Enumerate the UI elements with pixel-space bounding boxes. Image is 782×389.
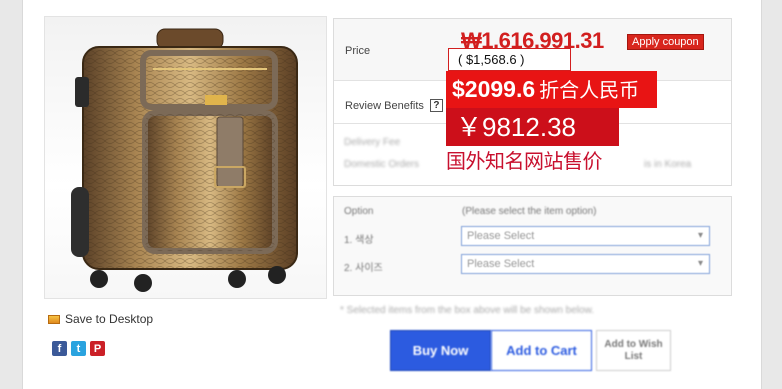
delivery-fee-label: Delivery Fee	[344, 137, 401, 148]
twitter-icon[interactable]: t	[71, 341, 86, 356]
option-hint: (Please select the item option)	[462, 206, 597, 217]
option2-label: 2. 사이즈	[344, 263, 383, 274]
suitcase-illustration	[71, 28, 298, 292]
product-image[interactable]	[44, 16, 327, 299]
option2-select[interactable]: Please Select ▾	[461, 254, 710, 274]
option1-select-value: Please Select	[467, 230, 535, 242]
chevron-down-icon: ▾	[697, 258, 703, 269]
desktop-icon	[48, 314, 60, 324]
facebook-icon[interactable]: f	[52, 341, 67, 356]
option2-select-value: Please Select	[467, 258, 535, 270]
chevron-down-icon: ▾	[697, 230, 703, 241]
add-to-wish-list-button[interactable]: Add to Wish List	[596, 330, 671, 371]
review-benefits-text: Review Benefits	[345, 99, 424, 112]
usd-price: ( $1,568.6 )	[448, 48, 571, 71]
apply-coupon-button[interactable]: Apply coupon	[627, 34, 704, 50]
help-icon[interactable]: ?	[429, 99, 443, 112]
overlay-cny-price: ￥9812.38	[446, 108, 619, 146]
selection-note: * Selected items from the box above will…	[340, 305, 595, 316]
save-to-desktop-link[interactable]: Save to Desktop	[48, 312, 153, 326]
social-share: f t P	[52, 341, 105, 356]
price-label: Price	[345, 45, 371, 57]
add-to-cart-button[interactable]: Add to Cart	[491, 330, 592, 371]
domestic-orders-value: is in Korea	[644, 159, 692, 170]
pinterest-icon[interactable]: P	[90, 341, 105, 356]
overlay-usd-value: $2099.6	[452, 76, 536, 102]
save-to-desktop-label: Save to Desktop	[65, 312, 154, 326]
option-label: Option	[344, 206, 374, 217]
option1-select[interactable]: Please Select ▾	[461, 226, 710, 246]
domestic-orders-label: Domestic Orders	[344, 159, 420, 170]
overlay-note: 国外知名网站售价	[446, 151, 603, 173]
review-benefits-label: Review Benefits ?	[345, 99, 443, 112]
overlay-usd-note: 折合人民币	[539, 80, 640, 102]
buy-now-button[interactable]: Buy Now	[390, 330, 491, 371]
overlay-usd-price: $2099.6 折合人民币	[446, 71, 657, 108]
option1-label: 1. 색상	[344, 235, 374, 246]
